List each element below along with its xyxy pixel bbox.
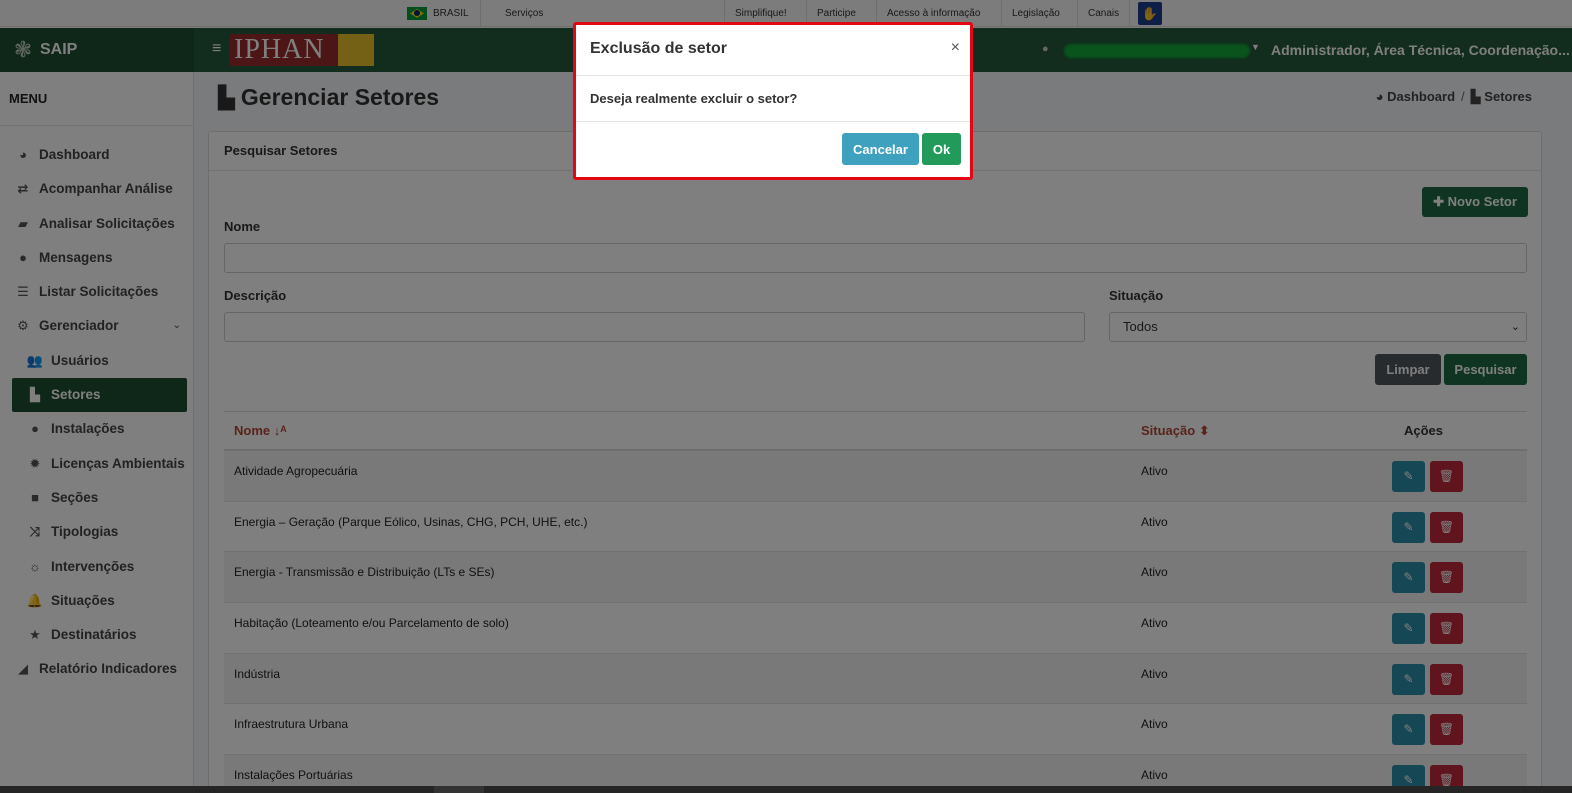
close-icon[interactable]: × xyxy=(951,39,960,57)
modal-body: Deseja realmente excluir o setor? xyxy=(576,76,970,122)
modal-header: Exclusão de setor × xyxy=(576,25,970,76)
modal-title: Exclusão de setor xyxy=(590,40,727,57)
modal-message: Deseja realmente excluir o setor? xyxy=(590,91,798,106)
delete-sector-modal: Exclusão de setor × Deseja realmente exc… xyxy=(573,22,973,180)
ok-button[interactable]: Ok xyxy=(922,133,961,165)
cancel-button[interactable]: Cancelar xyxy=(842,133,919,165)
